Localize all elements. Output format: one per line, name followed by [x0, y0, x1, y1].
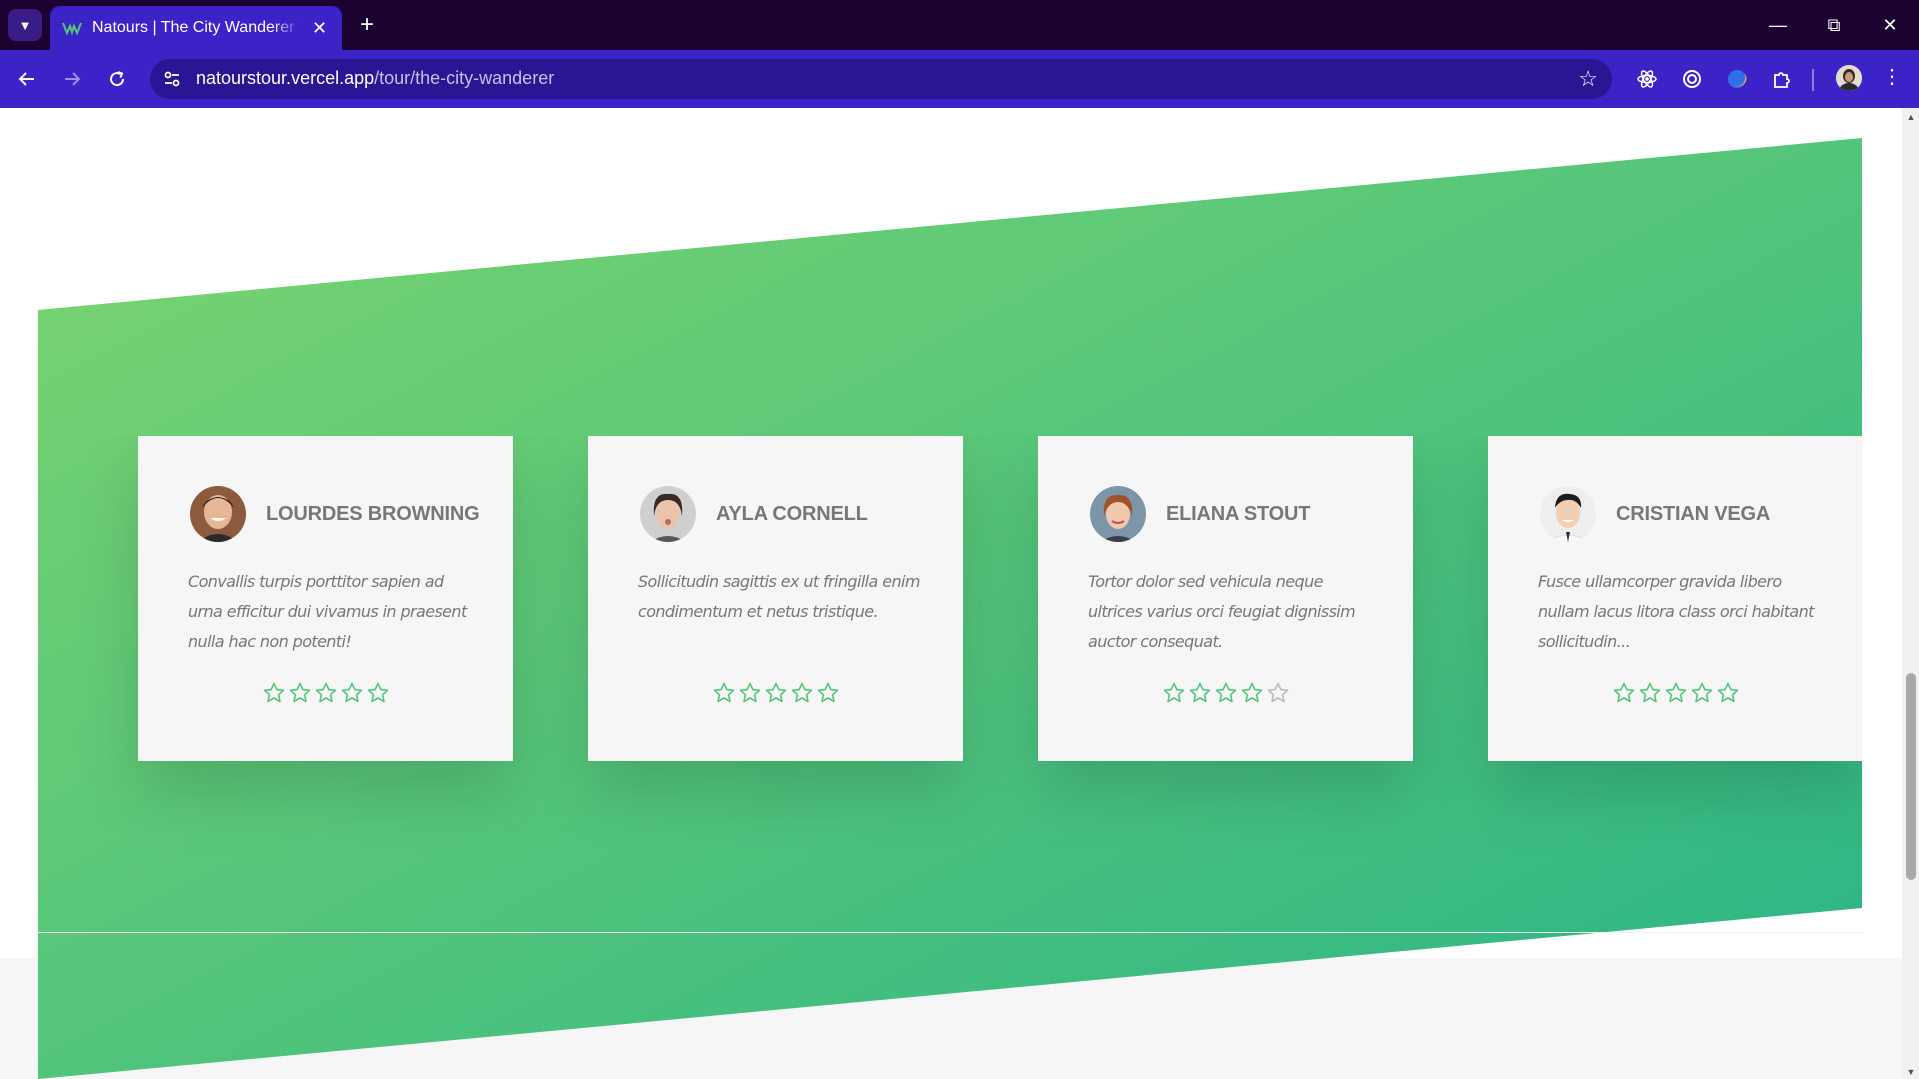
star-active-icon [1639, 682, 1660, 703]
arrow-left-icon [18, 72, 34, 86]
star-active-icon [739, 682, 760, 703]
close-window-button[interactable]: ✕ [1862, 0, 1918, 50]
url-host: natourstour.vercel.app [196, 68, 375, 88]
rating-stars [588, 681, 963, 705]
review-header: LOURDES BROWNING [190, 486, 480, 542]
star-active-icon [1717, 682, 1738, 703]
target-extension-icon[interactable] [1678, 65, 1706, 93]
review-header: CRISTIAN VEGA [1540, 486, 1770, 542]
back-button[interactable] [10, 62, 44, 96]
more-menu-icon[interactable]: ⋮ [1882, 64, 1902, 89]
star-active-icon [1665, 682, 1686, 703]
minimize-button[interactable]: — [1750, 0, 1806, 50]
page-viewport: LOURDES BROWNING Convallis turpis portti… [0, 108, 1902, 1079]
profile-avatar[interactable] [1836, 65, 1862, 91]
browser-tab-active[interactable]: Natours | The City Wanderer Tour ✕ [50, 6, 342, 50]
browser-toolbar: natourstour.vercel.app/tour/the-city-wan… [0, 50, 1919, 108]
arrow-right-icon [65, 72, 81, 86]
review-card: CRISTIAN VEGA Fusce ullamcorper gravida … [1488, 436, 1862, 761]
natours-logo-icon [62, 22, 82, 35]
star-active-icon [1163, 682, 1184, 703]
star-active-icon [791, 682, 812, 703]
bookmark-star-icon[interactable]: ☆ [1578, 66, 1598, 92]
review-text: Convallis turpis porttitor sapien ad urn… [188, 572, 467, 651]
reviewer-avatar [1090, 486, 1146, 542]
review-header: ELIANA STOUT [1090, 486, 1310, 542]
chevron-down-icon: ▼ [18, 17, 32, 33]
star-active-icon [1189, 682, 1210, 703]
scroll-down-arrow-icon[interactable]: ▼ [1906, 1067, 1916, 1077]
tab-title: Natours | The City Wanderer Tour [92, 19, 302, 36]
star-active-icon [1241, 682, 1262, 703]
star-active-icon [341, 682, 362, 703]
horizontal-scrollbar[interactable]: ◀ ▶ [38, 932, 1862, 933]
reviewer-name: LOURDES BROWNING [266, 502, 480, 525]
restore-button[interactable]: ⧉ [1806, 0, 1862, 50]
rating-stars [138, 681, 513, 705]
extensions-puzzle-icon[interactable] [1768, 65, 1796, 93]
star-active-icon [1215, 682, 1236, 703]
forward-button[interactable] [55, 62, 89, 96]
review-card: ELIANA STOUT Tortor dolor sed vehicula n… [1038, 436, 1413, 761]
review-text: Tortor dolor sed vehicula neque ultrices… [1088, 572, 1356, 651]
reviews-scroll-container[interactable]: LOURDES BROWNING Convallis turpis portti… [38, 436, 1862, 933]
review-text: Fusce ullamcorper gravida libero nullam … [1538, 572, 1814, 651]
tab-search-button[interactable]: ▼ [8, 9, 42, 41]
star-active-icon [289, 682, 310, 703]
star-active-icon [1691, 682, 1712, 703]
color-extension-icon[interactable] [1723, 65, 1751, 93]
reviewer-name: ELIANA STOUT [1166, 502, 1311, 525]
reviewer-name: CRISTIAN VEGA [1616, 502, 1771, 525]
url-path: /tour/the-city-wanderer [374, 68, 555, 88]
new-tab-button[interactable]: + [352, 10, 382, 40]
site-settings-icon[interactable] [162, 69, 182, 89]
react-devtools-extension-icon[interactable] [1633, 65, 1661, 93]
star-active-icon [367, 682, 388, 703]
address-bar[interactable]: natourstour.vercel.app/tour/the-city-wan… [150, 59, 1612, 99]
reload-icon [110, 71, 125, 87]
rating-stars [1038, 681, 1413, 705]
reviewer-avatar [190, 486, 246, 542]
star-active-icon [713, 682, 734, 703]
url-text[interactable]: natourstour.vercel.app/tour/the-city-wan… [196, 68, 554, 89]
review-card: AYLA CORNELL Sollicitudin sagittis ex ut… [588, 436, 963, 761]
review-card: LOURDES BROWNING Convallis turpis portti… [138, 436, 513, 761]
reviewer-avatar [640, 486, 696, 542]
toolbar-separator [1812, 69, 1814, 91]
browser-title-bar: ▼ Natours | The City Wanderer Tour ✕ + —… [0, 0, 1919, 50]
close-tab-icon[interactable]: ✕ [312, 18, 327, 39]
review-text: Sollicitudin sagittis ex ut fringilla en… [638, 572, 920, 621]
rating-stars [1488, 681, 1862, 705]
star-active-icon [765, 682, 786, 703]
star-active-icon [263, 682, 284, 703]
review-header: AYLA CORNELL [640, 486, 868, 542]
reviewer-avatar [1540, 486, 1596, 542]
star-active-icon [315, 682, 336, 703]
star-active-icon [817, 682, 838, 703]
reload-button[interactable] [100, 62, 134, 96]
reviewer-name: AYLA CORNELL [716, 502, 868, 525]
scroll-up-arrow-icon[interactable]: ▲ [1906, 112, 1916, 122]
vertical-scrollbar-thumb[interactable] [1906, 673, 1916, 880]
star-inactive-icon [1267, 682, 1288, 703]
vertical-scrollbar[interactable]: ▲ ▼ [1902, 108, 1919, 1079]
star-active-icon [1613, 682, 1634, 703]
